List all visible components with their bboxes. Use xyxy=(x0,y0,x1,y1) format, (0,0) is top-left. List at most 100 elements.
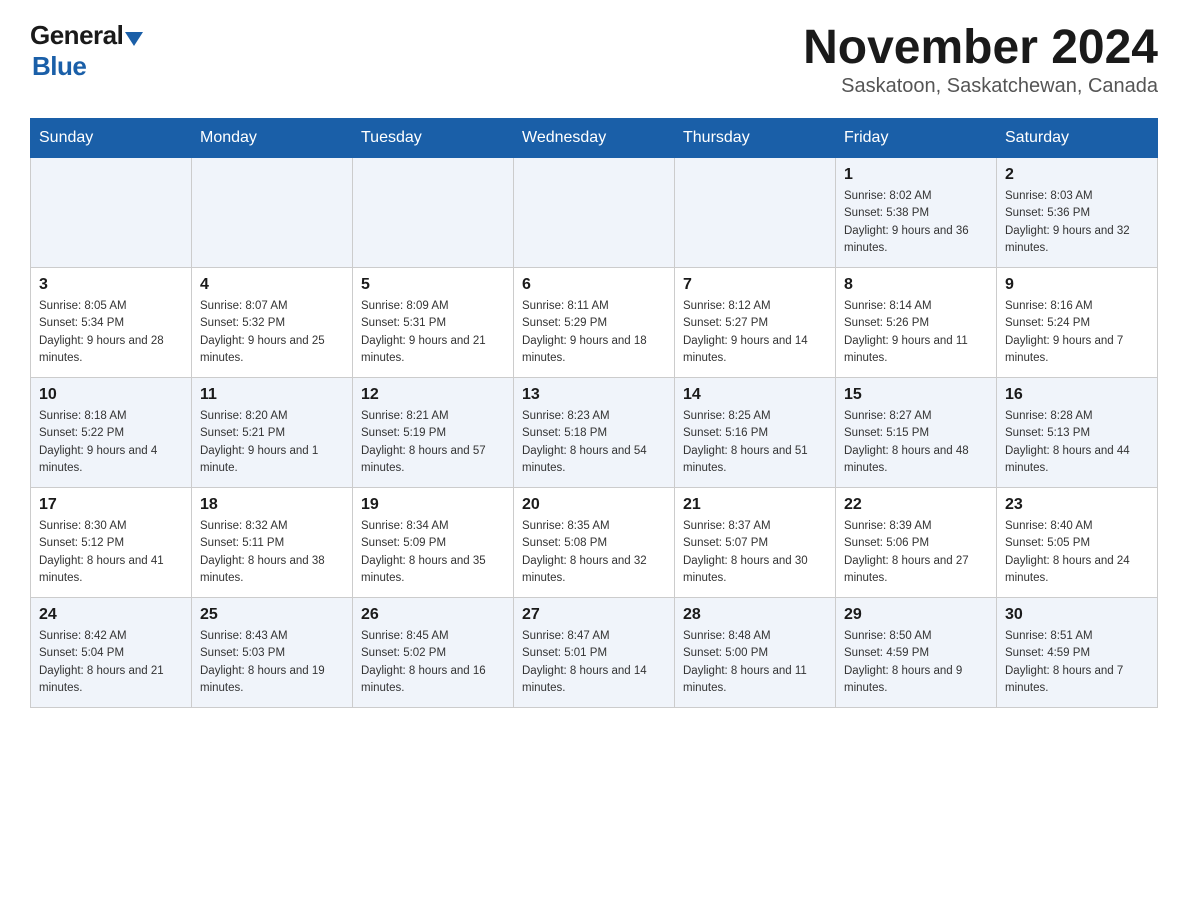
calendar-cell xyxy=(192,158,353,268)
day-number: 6 xyxy=(522,276,666,294)
day-number: 3 xyxy=(39,276,183,294)
day-number: 23 xyxy=(1005,496,1149,514)
calendar-cell: 9Sunrise: 8:16 AM Sunset: 5:24 PM Daylig… xyxy=(997,268,1158,378)
day-number: 26 xyxy=(361,606,505,624)
day-info: Sunrise: 8:18 AM Sunset: 5:22 PM Dayligh… xyxy=(39,408,183,477)
day-number: 30 xyxy=(1005,606,1149,624)
day-info: Sunrise: 8:05 AM Sunset: 5:34 PM Dayligh… xyxy=(39,298,183,367)
logo-blue-text: Blue xyxy=(32,51,86,81)
calendar-week-1: 1Sunrise: 8:02 AM Sunset: 5:38 PM Daylig… xyxy=(31,158,1158,268)
day-number: 4 xyxy=(200,276,344,294)
calendar-cell xyxy=(31,158,192,268)
day-number: 21 xyxy=(683,496,827,514)
day-number: 9 xyxy=(1005,276,1149,294)
calendar-cell: 24 Sunrise: 8:42 AM Sunset: 5:04 PM Dayli… xyxy=(31,598,192,708)
calendar-cell: 20Sunrise: 8:35 AM Sunset: 5:08 PM Dayli… xyxy=(514,488,675,598)
calendar-cell: 2Sunrise: 8:03 AM Sunset: 5:36 PM Daylig… xyxy=(997,158,1158,268)
day-number: 29 xyxy=(844,606,988,624)
day-number: 25 xyxy=(200,606,344,624)
day-info: Sunrise: 8:39 AM Sunset: 5:06 PM Dayligh… xyxy=(844,518,988,587)
day-info: Sunrise: 8:09 AM Sunset: 5:31 PM Dayligh… xyxy=(361,298,505,367)
col-saturday: Saturday xyxy=(997,119,1158,158)
calendar-cell xyxy=(353,158,514,268)
title-area: November 2024 Saskatoon, Saskatchewan, C… xyxy=(803,20,1158,98)
day-info: Sunrise: 8:11 AM Sunset: 5:29 PM Dayligh… xyxy=(522,298,666,367)
day-number: 14 xyxy=(683,386,827,404)
day-info: Sunrise: 8:45 AM Sunset: 5:02 PM Dayligh… xyxy=(361,628,505,697)
logo-arrow-icon xyxy=(125,32,143,46)
day-number: 13 xyxy=(522,386,666,404)
calendar-cell: 19 Sunrise: 8:34 AM Sunset: 5:09 PM Dayli… xyxy=(353,488,514,598)
col-sunday: Sunday xyxy=(31,119,192,158)
calendar-cell: 29Sunrise: 8:50 AM Sunset: 4:59 PM Dayli… xyxy=(836,598,997,708)
calendar-cell: 14 Sunrise: 8:25 AM Sunset: 5:16 PM Dayli… xyxy=(675,378,836,488)
calendar-cell: 10 Sunrise: 8:18 AM Sunset: 5:22 PM Dayli… xyxy=(31,378,192,488)
day-info: Sunrise: 8:20 AM Sunset: 5:21 PM Dayligh… xyxy=(200,408,344,477)
day-number: 10 xyxy=(39,386,183,404)
logo-general-text: General xyxy=(30,20,123,51)
calendar-cell: 1Sunrise: 8:02 AM Sunset: 5:38 PM Daylig… xyxy=(836,158,997,268)
day-info: Sunrise: 8:35 AM Sunset: 5:08 PM Dayligh… xyxy=(522,518,666,587)
calendar-cell: 15Sunrise: 8:27 AM Sunset: 5:15 PM Dayli… xyxy=(836,378,997,488)
col-monday: Monday xyxy=(192,119,353,158)
day-info: Sunrise: 8:42 AM Sunset: 5:04 PM Dayligh… xyxy=(39,628,183,697)
calendar-header-row: Sunday Monday Tuesday Wednesday Thursday… xyxy=(31,119,1158,158)
day-info: Sunrise: 8:27 AM Sunset: 5:15 PM Dayligh… xyxy=(844,408,988,477)
col-thursday: Thursday xyxy=(675,119,836,158)
calendar-cell: 30 Sunrise: 8:51 AM Sunset: 4:59 PM Dayli… xyxy=(997,598,1158,708)
day-number: 11 xyxy=(200,386,344,404)
day-info: Sunrise: 8:51 AM Sunset: 4:59 PM Dayligh… xyxy=(1005,628,1149,697)
day-number: 17 xyxy=(39,496,183,514)
calendar-cell: 22Sunrise: 8:39 AM Sunset: 5:06 PM Dayli… xyxy=(836,488,997,598)
calendar-cell: 11 Sunrise: 8:20 AM Sunset: 5:21 PM Dayli… xyxy=(192,378,353,488)
day-number: 18 xyxy=(200,496,344,514)
calendar-week-5: 24 Sunrise: 8:42 AM Sunset: 5:04 PM Dayli… xyxy=(31,598,1158,708)
day-number: 12 xyxy=(361,386,505,404)
calendar-cell: 25 Sunrise: 8:43 AM Sunset: 5:03 PM Dayli… xyxy=(192,598,353,708)
calendar-cell xyxy=(675,158,836,268)
calendar-table: Sunday Monday Tuesday Wednesday Thursday… xyxy=(30,118,1158,708)
calendar-week-2: 3 Sunrise: 8:05 AM Sunset: 5:34 PM Daylig… xyxy=(31,268,1158,378)
day-number: 19 xyxy=(361,496,505,514)
calendar-cell: 28Sunrise: 8:48 AM Sunset: 5:00 PM Dayli… xyxy=(675,598,836,708)
calendar-cell: 16 Sunrise: 8:28 AM Sunset: 5:13 PM Dayli… xyxy=(997,378,1158,488)
col-friday: Friday xyxy=(836,119,997,158)
calendar-cell: 21 Sunrise: 8:37 AM Sunset: 5:07 PM Dayli… xyxy=(675,488,836,598)
day-number: 16 xyxy=(1005,386,1149,404)
day-info: Sunrise: 8:07 AM Sunset: 5:32 PM Dayligh… xyxy=(200,298,344,367)
logo: General Blue xyxy=(30,20,143,82)
calendar-cell: 5 Sunrise: 8:09 AM Sunset: 5:31 PM Daylig… xyxy=(353,268,514,378)
calendar-cell: 6 Sunrise: 8:11 AM Sunset: 5:29 PM Daylig… xyxy=(514,268,675,378)
day-info: Sunrise: 8:34 AM Sunset: 5:09 PM Dayligh… xyxy=(361,518,505,587)
calendar-cell: 17 Sunrise: 8:30 AM Sunset: 5:12 PM Dayli… xyxy=(31,488,192,598)
calendar-cell: 18 Sunrise: 8:32 AM Sunset: 5:11 PM Dayli… xyxy=(192,488,353,598)
calendar-cell: 3 Sunrise: 8:05 AM Sunset: 5:34 PM Daylig… xyxy=(31,268,192,378)
day-number: 27 xyxy=(522,606,666,624)
location-text: Saskatoon, Saskatchewan, Canada xyxy=(803,75,1158,98)
day-info: Sunrise: 8:21 AM Sunset: 5:19 PM Dayligh… xyxy=(361,408,505,477)
calendar-cell: 13 Sunrise: 8:23 AM Sunset: 5:18 PM Dayli… xyxy=(514,378,675,488)
day-info: Sunrise: 8:32 AM Sunset: 5:11 PM Dayligh… xyxy=(200,518,344,587)
day-info: Sunrise: 8:25 AM Sunset: 5:16 PM Dayligh… xyxy=(683,408,827,477)
calendar-cell: 12 Sunrise: 8:21 AM Sunset: 5:19 PM Dayli… xyxy=(353,378,514,488)
day-number: 5 xyxy=(361,276,505,294)
day-info: Sunrise: 8:43 AM Sunset: 5:03 PM Dayligh… xyxy=(200,628,344,697)
day-info: Sunrise: 8:03 AM Sunset: 5:36 PM Dayligh… xyxy=(1005,188,1149,257)
day-info: Sunrise: 8:37 AM Sunset: 5:07 PM Dayligh… xyxy=(683,518,827,587)
day-number: 28 xyxy=(683,606,827,624)
day-number: 8 xyxy=(844,276,988,294)
calendar-cell: 23 Sunrise: 8:40 AM Sunset: 5:05 PM Dayli… xyxy=(997,488,1158,598)
day-number: 7 xyxy=(683,276,827,294)
day-number: 1 xyxy=(844,166,988,184)
day-info: Sunrise: 8:14 AM Sunset: 5:26 PM Dayligh… xyxy=(844,298,988,367)
day-info: Sunrise: 8:12 AM Sunset: 5:27 PM Dayligh… xyxy=(683,298,827,367)
page-header: General Blue November 2024 Saskatoon, Sa… xyxy=(30,20,1158,98)
col-tuesday: Tuesday xyxy=(353,119,514,158)
day-info: Sunrise: 8:23 AM Sunset: 5:18 PM Dayligh… xyxy=(522,408,666,477)
day-info: Sunrise: 8:40 AM Sunset: 5:05 PM Dayligh… xyxy=(1005,518,1149,587)
calendar-cell: 26 Sunrise: 8:45 AM Sunset: 5:02 PM Dayli… xyxy=(353,598,514,708)
day-info: Sunrise: 8:30 AM Sunset: 5:12 PM Dayligh… xyxy=(39,518,183,587)
calendar-cell: 8 Sunrise: 8:14 AM Sunset: 5:26 PM Daylig… xyxy=(836,268,997,378)
day-number: 24 xyxy=(39,606,183,624)
day-info: Sunrise: 8:28 AM Sunset: 5:13 PM Dayligh… xyxy=(1005,408,1149,477)
